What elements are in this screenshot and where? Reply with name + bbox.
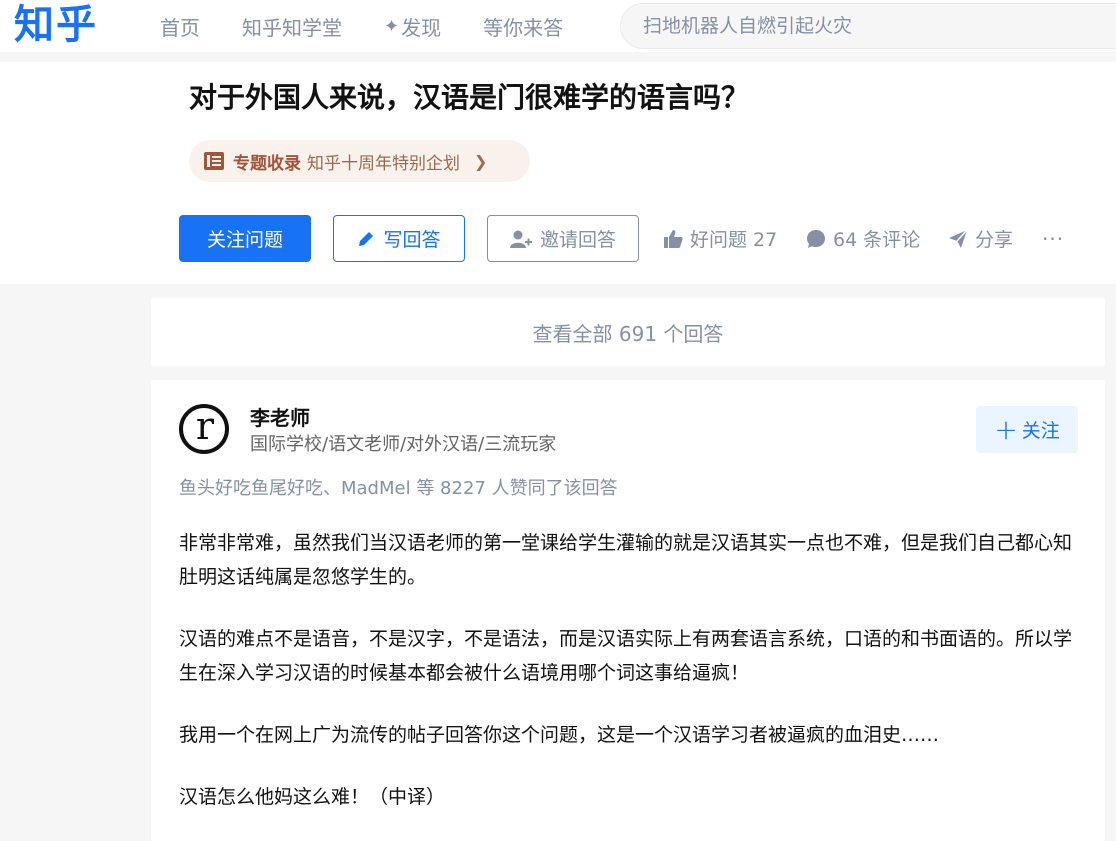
invite-answer-button[interactable]: 邀请回答 xyxy=(487,215,639,262)
comments-label: 64 条评论 xyxy=(833,229,921,251)
answer-paragraph: 我用一个在网上广为流传的帖子回答你这个问题，这是一个汉语学习者被逼疯的血泪史…… xyxy=(179,724,940,746)
answer-paragraph: 非常非常难，虽然我们当汉语老师的第一堂课给学生灌输的就是汉语其实一点也不难，但是… xyxy=(179,532,1073,588)
plus-icon: + xyxy=(994,412,1018,446)
nav-home[interactable]: 首页 xyxy=(160,12,200,41)
chevron-right-icon: ❯ xyxy=(474,151,488,171)
pencil-icon xyxy=(359,231,374,246)
share-button[interactable]: 分享 xyxy=(948,215,1013,262)
answer-card: r 李老师 国际学校/语文老师/对外汉语/三流玩家 + 关注 鱼头好吃鱼尾好吃、… xyxy=(151,380,1105,841)
view-all-answers-button[interactable]: 查看全部 691 个回答 xyxy=(151,298,1105,366)
paper-plane-icon xyxy=(949,228,968,248)
comment-icon xyxy=(807,229,825,248)
answer-paragraph: 汉语怎么他妈这么难！（中译） xyxy=(179,786,446,808)
search-input[interactable]: 扫地机器人自燃引起火灾 xyxy=(620,3,1116,49)
follow-author-label: 关注 xyxy=(1021,420,1060,442)
avatar[interactable]: r xyxy=(179,404,229,454)
top-nav-bar: 知乎 首页 知乎知学堂 ✦ 发现 等你来答 扫地机器人自燃引起火灾 xyxy=(0,0,1116,52)
topic-collection-tag[interactable]: 专题收录 知乎十周年特别企划 ❯ xyxy=(189,140,530,182)
follow-author-button[interactable]: + 关注 xyxy=(976,406,1078,453)
answer-paragraph: 汉语的难点不是语音，不是汉字，不是语法，而是汉语实际上有两套语言系统，口语的和书… xyxy=(179,628,1073,684)
good-question-label: 好问题 27 xyxy=(690,229,778,251)
book-icon xyxy=(204,152,224,170)
thumbs-up-icon xyxy=(664,229,683,248)
topic-tag-label: 知乎十周年特别企划 xyxy=(307,153,460,174)
comments-button[interactable]: 64 条评论 xyxy=(806,215,920,262)
nav-discover-label: 发现 xyxy=(401,15,442,40)
invite-answer-label: 邀请回答 xyxy=(539,229,616,251)
voters-summary[interactable]: 鱼头好吃鱼尾好吃、MadMel 等 8227 人赞同了该回答 xyxy=(179,474,618,500)
write-answer-label: 写回答 xyxy=(383,229,441,251)
avatar-letter: r xyxy=(195,404,215,448)
share-label: 分享 xyxy=(975,229,1014,251)
nav-discover[interactable]: ✦ 发现 xyxy=(384,12,441,41)
good-question-button[interactable]: 好问题 27 xyxy=(663,215,777,262)
author-name[interactable]: 李老师 xyxy=(250,402,310,431)
question-title: 对于外国人来说，汉语是门很难学的语言吗？ xyxy=(189,81,750,114)
nav-zhixuetang[interactable]: 知乎知学堂 xyxy=(242,12,342,41)
sparkle-icon: ✦ xyxy=(384,15,400,37)
topic-tag-strong: 专题收录 xyxy=(233,153,301,174)
question-header: 对于外国人来说，汉语是门很难学的语言吗？ 专题收录 知乎十周年特别企划 ❯ 关注… xyxy=(0,62,1116,284)
follow-question-button[interactable]: 关注问题 xyxy=(179,215,311,262)
write-answer-button[interactable]: 写回答 xyxy=(333,215,465,262)
nav-waiting-answers[interactable]: 等你来答 xyxy=(483,12,563,41)
main-nav: 首页 知乎知学堂 ✦ 发现 等你来答 xyxy=(160,0,605,52)
answer-content: 非常非常难，虽然我们当汉语老师的第一堂课给学生灌输的就是汉语其实一点也不难，但是… xyxy=(179,526,1079,841)
author-bio: 国际学校/语文老师/对外汉语/三流玩家 xyxy=(250,434,557,455)
zhihu-logo[interactable]: 知乎 xyxy=(14,2,98,48)
add-user-icon xyxy=(509,230,532,248)
more-options-button[interactable]: ··· xyxy=(1042,215,1064,262)
